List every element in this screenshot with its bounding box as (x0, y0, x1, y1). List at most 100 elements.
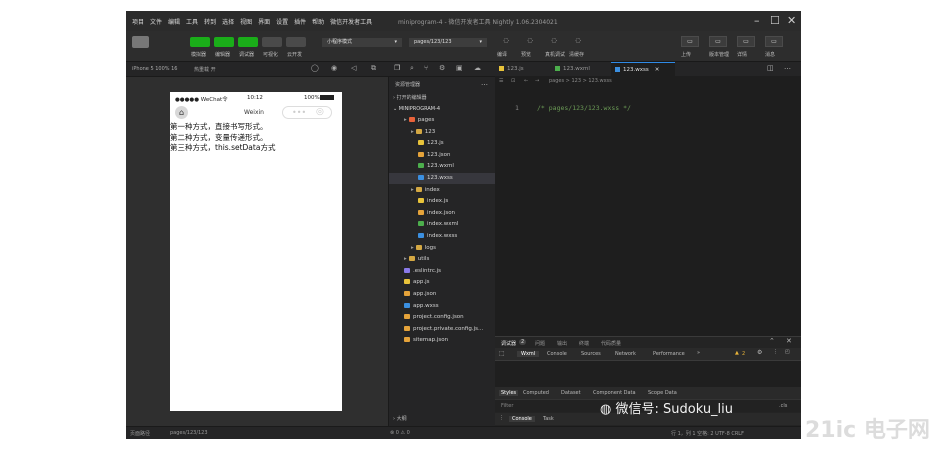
style-tab[interactable]: Dataset (561, 390, 581, 396)
device-select[interactable]: iPhone 5 100% 16 (132, 66, 177, 72)
clear-icon[interactable]: ◌ (569, 36, 587, 47)
action-label[interactable]: 清缓存 (569, 51, 584, 58)
open-editors-section[interactable]: › 打开的编辑器 (393, 93, 427, 104)
action-label[interactable]: 详情 (737, 51, 747, 58)
file-item[interactable]: index.js (389, 196, 496, 207)
toolbar-toggle-button[interactable] (214, 37, 234, 47)
version-icon[interactable]: ▭ (709, 36, 727, 47)
inspect-icon[interactable]: ⬚ (499, 350, 505, 357)
list-icon[interactable]: ☰ (499, 78, 503, 84)
page-path-label[interactable]: 页面路径 (130, 430, 150, 437)
mode-select[interactable]: 小程序模式 ▾ (322, 38, 402, 47)
debug-icon[interactable]: ⚙ (439, 64, 445, 72)
action-label[interactable]: 编译 (497, 51, 507, 58)
style-tab[interactable]: Computed (523, 390, 549, 396)
action-label[interactable]: 消息 (765, 51, 775, 58)
devtools-top-tab[interactable]: 问题 (535, 340, 545, 347)
file-item[interactable]: index.json (389, 208, 496, 219)
record-icon[interactable]: ◉ (331, 64, 337, 72)
menu-item[interactable]: 设置 (276, 17, 288, 26)
action-label[interactable]: 上传 (681, 51, 691, 58)
upload-icon[interactable]: ▭ (681, 36, 699, 47)
file-item[interactable]: project.private.config.js... (389, 324, 496, 335)
devtools-panel-tab[interactable]: Performance (653, 351, 685, 357)
editor-tab[interactable]: 123.wxml (551, 62, 605, 76)
devtools-panel-tab[interactable]: Wxml (517, 351, 540, 357)
editor-tab[interactable]: 123.js (495, 62, 549, 76)
devtools-top-tab[interactable]: 调试器 (501, 340, 516, 347)
toolbar-toggle-button[interactable] (262, 37, 282, 47)
back-icon[interactable]: ← (524, 78, 528, 84)
home-icon[interactable]: ⌂ (175, 106, 188, 119)
folder-item[interactable]: ▸ logs (389, 243, 496, 254)
toolbar-toggle-button[interactable] (190, 37, 210, 47)
console-tab[interactable]: Task (543, 416, 554, 422)
more-icon[interactable]: … (481, 79, 488, 87)
search-icon[interactable]: ⌕ (410, 64, 414, 73)
toolbar-toggle-button[interactable] (238, 37, 258, 47)
menu-item[interactable]: 工具 (186, 17, 198, 26)
project-section[interactable]: ⌄ MINIPROGRAM-4 (393, 104, 440, 115)
hotreload-toggle[interactable]: 热重载 开 (194, 66, 216, 73)
menu-item[interactable]: 转到 (204, 17, 216, 26)
menu-item[interactable]: 文件 (150, 17, 162, 26)
menu-item[interactable]: 微信开发者工具 (330, 17, 372, 26)
close-tab-icon[interactable]: ✕ (655, 67, 660, 73)
target-icon[interactable]: ◎ (316, 107, 324, 118)
action-label[interactable]: 预览 (521, 51, 531, 58)
popout-icon[interactable]: ⧉ (371, 64, 376, 73)
file-item[interactable]: app.json (389, 289, 496, 300)
code-area[interactable]: 1 /* pages/123/123.wxss */ (495, 90, 801, 330)
volume-icon[interactable]: ◁ (351, 64, 356, 72)
page-select[interactable]: pages/123/123 ▾ (409, 38, 487, 47)
close-panel-icon[interactable]: ✕ (786, 337, 792, 345)
style-tab[interactable]: Scope Data (648, 390, 677, 396)
message-icon[interactable]: ▭ (765, 36, 783, 47)
minimize-icon[interactable]: – (754, 14, 760, 27)
devtools-top-tab[interactable]: 终端 (579, 340, 589, 347)
maximize-icon[interactable]: ☐ (770, 14, 780, 27)
style-tab[interactable]: Component Data (593, 390, 636, 396)
folder-item[interactable]: ▸ index (389, 185, 496, 196)
more-icon[interactable]: … (784, 63, 791, 71)
more-icon[interactable]: ••• (292, 107, 306, 118)
devtools-panel-tab[interactable]: Network (615, 351, 636, 357)
action-label[interactable]: 真机调试 (545, 51, 565, 58)
file-item[interactable]: app.wxss (389, 301, 496, 312)
file-item[interactable]: .eslintrc.js (389, 266, 496, 277)
file-item[interactable]: index.wxss (389, 231, 496, 242)
rotate-icon[interactable]: ◯ (311, 64, 319, 72)
devtools-panel-tab[interactable]: Console (547, 351, 567, 357)
file-item[interactable]: 123.js (389, 138, 496, 149)
problems-count[interactable]: ⊗ 0 ⚠ 0 (390, 430, 410, 436)
devtools-panel-tab[interactable]: Sources (581, 351, 601, 357)
branch-icon[interactable]: ⑂ (424, 64, 428, 72)
filter-input[interactable]: Filter (501, 403, 513, 409)
cls-toggle[interactable]: .cls (779, 403, 787, 409)
file-item[interactable]: 123.wxss (389, 173, 496, 184)
toolbar-toggle-button[interactable] (286, 37, 306, 47)
files-icon[interactable]: ❐ (394, 64, 400, 72)
avatar[interactable] (132, 36, 149, 48)
extensions-icon[interactable]: ▣ (456, 64, 463, 72)
bookmark-icon[interactable]: ⊡ (511, 78, 515, 84)
kebab-icon[interactable]: ⋮ (773, 349, 778, 355)
menu-item[interactable]: 选择 (222, 17, 234, 26)
file-item[interactable]: project.config.json (389, 312, 496, 323)
outline-section[interactable]: › 大纲 (393, 414, 407, 425)
menu-item[interactable]: 插件 (294, 17, 306, 26)
folder-item[interactable]: ▸ pages (389, 115, 496, 126)
drawer-menu-icon[interactable]: ⋮ (499, 415, 504, 421)
menu-item[interactable]: 帮助 (312, 17, 324, 26)
dock-icon[interactable]: ◰ (785, 349, 790, 355)
split-editor-icon[interactable]: ◫ (767, 64, 774, 72)
editor-tab[interactable]: 123.wxss ✕ (611, 62, 675, 76)
cloud-icon[interactable]: ☁ (474, 64, 481, 72)
close-icon[interactable]: ✕ (787, 14, 796, 27)
file-item[interactable]: 123.wxml (389, 161, 496, 172)
menu-item[interactable]: 界面 (258, 17, 270, 26)
devtools-top-tab[interactable]: 输出 (557, 340, 567, 347)
collapse-icon[interactable]: ⌃ (769, 337, 775, 345)
folder-item[interactable]: ▸ utils (389, 254, 496, 265)
file-item[interactable]: app.js (389, 277, 496, 288)
